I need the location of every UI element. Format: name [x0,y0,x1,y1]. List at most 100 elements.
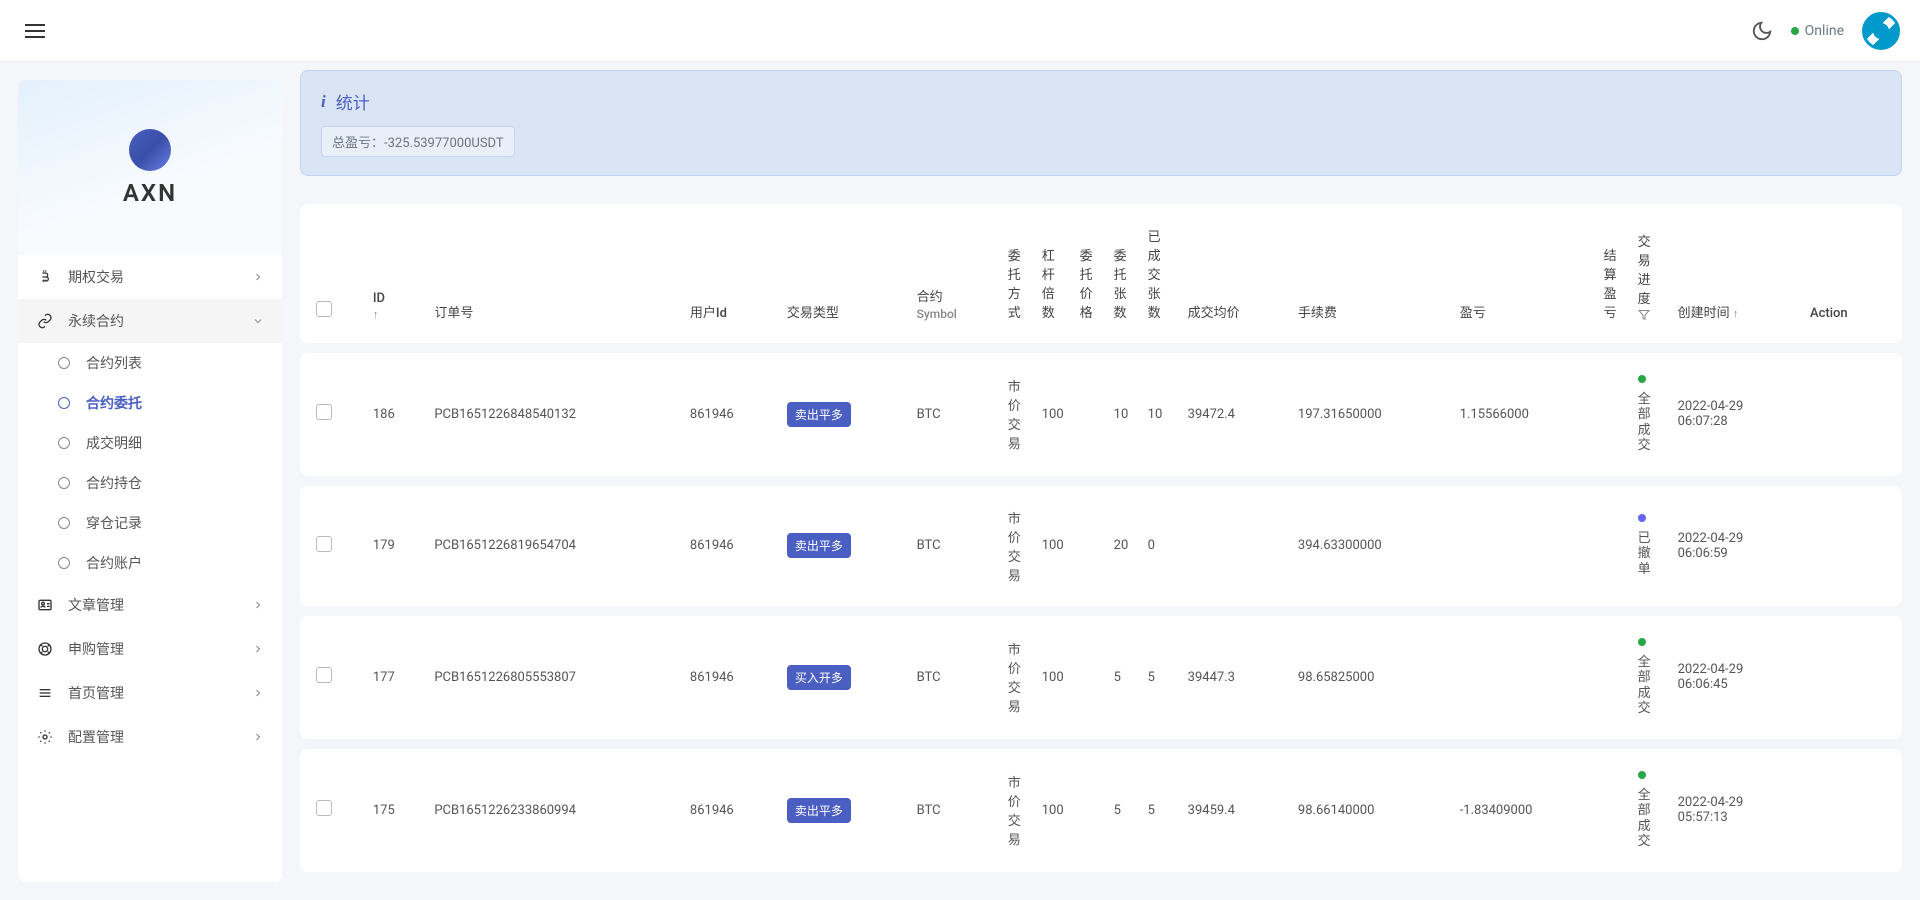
col-leverage[interactable]: 杠杆倍数 [1034,204,1072,343]
cell-symbol: BTC [909,616,1000,739]
row-checkbox[interactable] [316,800,332,816]
nav-label: 首页管理 [68,683,252,703]
cell-order-qty: 10 [1106,353,1140,476]
brand-header: AXN [18,80,282,255]
cell-order-price [1072,353,1106,476]
filter-icon[interactable] [1638,309,1650,321]
sub-nav-item-4[interactable]: 穿仓记录 [18,503,282,543]
cell-pnl: 1.15566000 [1452,353,1596,476]
sub-nav-label: 合约列表 [86,353,142,373]
cell-avg-price: 39472.4 [1180,353,1290,476]
cell-symbol: BTC [909,486,1000,606]
cell-id: 179 [365,486,426,606]
circle-icon [58,357,70,369]
cell-progress: 全部成交 [1630,749,1670,872]
col-created[interactable]: 创建时间 ↑ [1670,204,1802,343]
cell-tx-type: 卖出平多 [779,486,909,606]
col-order-qty[interactable]: 委托张数 [1106,204,1140,343]
status-dot-icon [1638,375,1646,383]
table-row: 186PCB1651226848540132861946卖出平多BTC市价交易1… [300,353,1902,476]
row-checkbox[interactable] [316,404,332,420]
cell-order-mode: 市价交易 [1000,353,1034,476]
cell-fee: 197.31650000 [1290,353,1452,476]
cell-created: 2022-04-2906:07:28 [1670,353,1802,476]
cell-leverage: 100 [1034,616,1072,739]
col-action[interactable]: Action [1802,204,1902,343]
cell-id: 186 [365,353,426,476]
col-user-id[interactable]: 用户Id [682,204,779,343]
select-all-checkbox[interactable] [316,301,332,317]
cell-fee: 394.63300000 [1290,486,1452,606]
circle-icon [58,477,70,489]
cell-order-no: PCB1651226233860994 [426,749,682,872]
sub-nav-item-1[interactable]: 合约委托 [18,383,282,423]
cell-leverage: 100 [1034,486,1072,606]
brand-name: AXN [123,179,177,207]
cell-settle-pnl [1596,353,1630,476]
cell-filled-qty: 5 [1140,749,1180,872]
col-fee[interactable]: 手续费 [1290,204,1452,343]
cell-symbol: BTC [909,353,1000,476]
col-order-mode[interactable]: 委托方式 [1000,204,1034,343]
nav-item-3[interactable]: 申购管理 [18,627,282,671]
topbar-right: Online [1751,12,1900,50]
link-icon [36,313,54,329]
col-id[interactable]: ID↑ [365,204,426,343]
menu-toggle-button[interactable] [20,15,50,47]
nav-label: 配置管理 [68,727,252,747]
cell-filled-qty: 10 [1140,353,1180,476]
cell-created: 2022-04-2906:06:45 [1670,616,1802,739]
circle-icon [58,517,70,529]
sort-asc-icon: ↑ [1733,307,1739,320]
table-header-row: ID↑ 订单号 用户Id 交易类型 合约Symbol 委托方式 杠杆倍数 委托价… [300,204,1902,343]
col-pnl[interactable]: 盈亏 [1452,204,1596,343]
row-checkbox[interactable] [316,667,332,683]
nav-label: 文章管理 [68,595,252,615]
cell-order-price [1072,486,1106,606]
sub-nav-item-3[interactable]: 合约持仓 [18,463,282,503]
sub-nav-label: 合约账户 [86,553,142,573]
list-icon [36,685,54,701]
cell-tx-type: 卖出平多 [779,749,909,872]
col-filled-qty[interactable]: 已成交张数 [1140,204,1180,343]
cell-order-no: PCB1651226805553807 [426,616,682,739]
nav-item-1[interactable]: 永续合约 [18,299,282,343]
nav-item-4[interactable]: 首页管理 [18,671,282,715]
life-ring-icon [36,641,54,657]
col-settle-pnl[interactable]: 结算盈亏 [1596,204,1630,343]
cell-symbol: BTC [909,749,1000,872]
cell-order-mode: 市价交易 [1000,749,1034,872]
circle-icon [58,557,70,569]
cell-order-mode: 市价交易 [1000,616,1034,739]
sub-nav-item-5[interactable]: 合约账户 [18,543,282,583]
orders-table-wrap: ID↑ 订单号 用户Id 交易类型 合约Symbol 委托方式 杠杆倍数 委托价… [300,194,1902,882]
circle-icon [58,397,70,409]
sub-nav-label: 成交明细 [86,433,142,453]
col-order-no[interactable]: 订单号 [426,204,682,343]
tx-type-badge: 卖出平多 [787,533,851,558]
circle-icon [58,437,70,449]
row-checkbox[interactable] [316,536,332,552]
col-order-price[interactable]: 委托价格 [1072,204,1106,343]
nav-item-5[interactable]: 配置管理 [18,715,282,759]
cell-id: 175 [365,749,426,872]
cell-pnl: -1.83409000 [1452,749,1596,872]
chevron-right-icon [252,687,264,699]
col-progress[interactable]: 交易进度 [1630,204,1670,343]
col-symbol[interactable]: 合约Symbol [909,204,1000,343]
cell-avg-price: 39447.3 [1180,616,1290,739]
theme-toggle-icon[interactable] [1751,20,1773,42]
sub-nav-item-2[interactable]: 成交明细 [18,423,282,463]
sub-nav-item-0[interactable]: 合约列表 [18,343,282,383]
col-avg-price[interactable]: 成交均价 [1180,204,1290,343]
nav-item-0[interactable]: 期权交易 [18,255,282,299]
sub-nav-label: 合约委托 [86,393,142,413]
cell-order-mode: 市价交易 [1000,486,1034,606]
cell-avg-price: 39459.4 [1180,749,1290,872]
topbar: Online [0,0,1920,62]
sub-nav-label: 穿仓记录 [86,513,142,533]
nav-item-2[interactable]: 文章管理 [18,583,282,627]
col-tx-type[interactable]: 交易类型 [779,204,909,343]
user-avatar[interactable] [1862,12,1900,50]
cell-progress: 已撤单 [1630,486,1670,606]
